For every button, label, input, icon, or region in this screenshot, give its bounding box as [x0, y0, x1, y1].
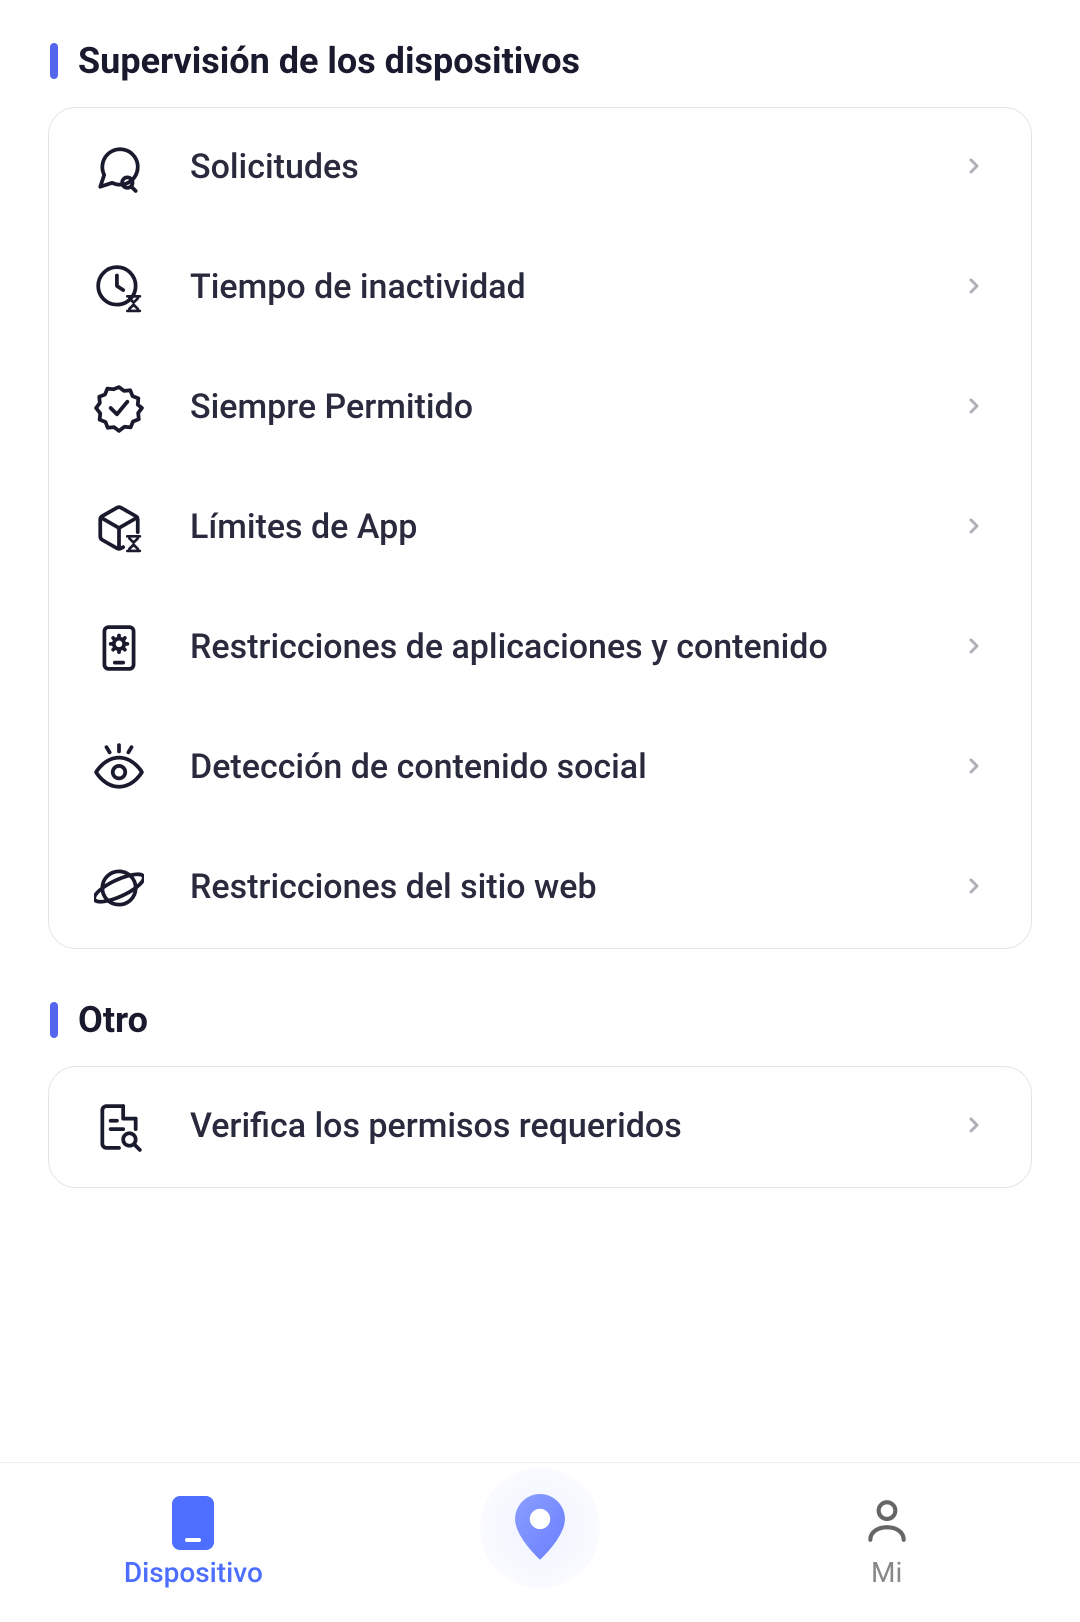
- nav-label: Mi: [871, 1556, 902, 1589]
- item-deteccion-contenido[interactable]: Detección de contenido social: [49, 708, 1031, 828]
- item-label: Verifica los permisos requeridos: [154, 1104, 962, 1150]
- section-title: Supervisión de los dispositivos: [78, 40, 580, 82]
- clock-hourglass-icon: [94, 263, 154, 313]
- location-pin-icon: [512, 1494, 568, 1562]
- chevron-right-icon: [962, 874, 986, 902]
- item-label: Límites de App: [154, 505, 962, 551]
- item-limites-app[interactable]: Límites de App: [49, 468, 1031, 588]
- chevron-right-icon: [962, 634, 986, 662]
- planet-icon: [94, 863, 154, 913]
- otro-card: Verifica los permisos requeridos: [48, 1066, 1032, 1188]
- item-tiempo-inactividad[interactable]: Tiempo de inactividad: [49, 228, 1031, 348]
- section-marker: [50, 43, 58, 79]
- bottom-nav: Dispositivo Mi: [0, 1462, 1080, 1622]
- item-label: Detección de contenido social: [154, 745, 962, 791]
- nav-dispositivo[interactable]: Dispositivo: [93, 1496, 293, 1589]
- chevron-right-icon: [962, 514, 986, 542]
- item-restricciones-apps[interactable]: Restricciones de aplicaciones y contenid…: [49, 588, 1031, 708]
- item-label: Restricciones del sitio web: [154, 865, 962, 911]
- item-restricciones-web[interactable]: Restricciones del sitio web: [49, 828, 1031, 948]
- item-label: Restricciones de aplicaciones y contenid…: [154, 625, 962, 671]
- chevron-right-icon: [962, 274, 986, 302]
- main-content: Supervisión de los dispositivos Solicitu…: [0, 0, 1080, 1208]
- item-label: Tiempo de inactividad: [154, 265, 962, 311]
- nav-mi[interactable]: Mi: [787, 1496, 987, 1589]
- section-header-otro: Otro: [0, 979, 1080, 1066]
- chevron-right-icon: [962, 1113, 986, 1141]
- chevron-right-icon: [962, 754, 986, 782]
- user-icon: [862, 1496, 912, 1550]
- section-title: Otro: [78, 999, 148, 1041]
- device-icon: [172, 1496, 214, 1550]
- chat-search-icon: [94, 143, 154, 193]
- item-solicitudes[interactable]: Solicitudes: [49, 108, 1031, 228]
- item-verifica-permisos[interactable]: Verifica los permisos requeridos: [49, 1067, 1031, 1187]
- eye-sparkle-icon: [94, 743, 154, 793]
- item-label: Siempre Permitido: [154, 385, 962, 431]
- supervision-card: Solicitudes Tiempo de inactividad: [48, 107, 1032, 949]
- doc-search-icon: [94, 1102, 154, 1152]
- chevron-right-icon: [962, 154, 986, 182]
- nav-label: Dispositivo: [124, 1556, 263, 1589]
- nav-location-button[interactable]: [480, 1468, 600, 1588]
- badge-check-icon: [94, 383, 154, 433]
- chevron-right-icon: [962, 394, 986, 422]
- item-label: Solicitudes: [154, 145, 962, 191]
- section-marker: [50, 1002, 58, 1038]
- section-header-supervision: Supervisión de los dispositivos: [0, 20, 1080, 107]
- cube-hourglass-icon: [94, 503, 154, 553]
- item-siempre-permitido[interactable]: Siempre Permitido: [49, 348, 1031, 468]
- device-gear-icon: [94, 623, 154, 673]
